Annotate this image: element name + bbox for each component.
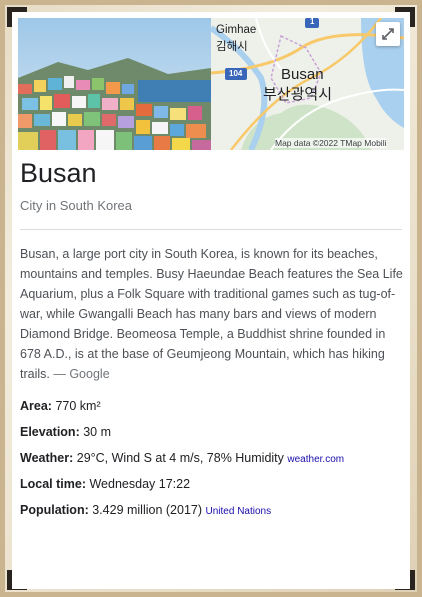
fact-value: Wednesday 17:22 bbox=[89, 477, 191, 491]
map-label-busan-korean: 부산광역시 bbox=[263, 86, 333, 103]
fact-population: Population: 3.429 million (2017) United … bbox=[20, 497, 404, 523]
fact-value: 3.429 million (2017) bbox=[92, 503, 203, 517]
fact-label[interactable]: Area: bbox=[20, 399, 52, 413]
knowledge-panel: Gimhae 김해시 104 1 Busan 부산광역시 Map data ©2… bbox=[12, 12, 410, 589]
description-source[interactable]: — Google bbox=[53, 367, 109, 381]
fact-value: 770 km² bbox=[55, 399, 101, 413]
map-label-gimhae-korean: 김해시 bbox=[216, 41, 248, 53]
map-attribution: Map data ©2022 TMap Mobili bbox=[275, 138, 387, 148]
divider bbox=[20, 229, 402, 230]
fact-local-time: Local time: Wednesday 17:22 bbox=[20, 471, 404, 497]
fact-source-link[interactable]: weather.com bbox=[287, 454, 344, 465]
fact-weather: Weather: 29°C, Wind S at 4 m/s, 78% Humi… bbox=[20, 445, 404, 471]
map-label-gimhae: Gimhae bbox=[216, 24, 257, 36]
fact-source-link[interactable]: United Nations bbox=[206, 506, 272, 517]
place-description: Busan, a large port city in South Korea,… bbox=[20, 244, 404, 384]
fact-value: 29°C, Wind S at 4 m/s, 78% Humidity bbox=[76, 451, 284, 465]
description-text: Busan, a large port city in South Korea,… bbox=[20, 247, 403, 381]
place-subtitle: City in South Korea bbox=[20, 198, 133, 213]
road-badge-1: 1 bbox=[310, 18, 315, 26]
fact-label[interactable]: Local time: bbox=[20, 477, 86, 491]
fact-area: Area: 770 km² bbox=[20, 393, 404, 419]
fact-label[interactable]: Elevation: bbox=[20, 425, 80, 439]
place-title: Busan bbox=[20, 158, 97, 188]
city-photo[interactable] bbox=[18, 18, 211, 150]
media-header: Gimhae 김해시 104 1 Busan 부산광역시 Map data ©2… bbox=[18, 18, 404, 150]
map-thumbnail[interactable]: Gimhae 김해시 104 1 Busan 부산광역시 Map data ©2… bbox=[211, 18, 404, 150]
fact-label[interactable]: Population: bbox=[20, 503, 89, 517]
road-badge-104: 104 bbox=[229, 69, 243, 78]
fact-value: 30 m bbox=[83, 425, 112, 439]
facts-list: Area: 770 km² Elevation: 30 m Weather: 2… bbox=[20, 393, 404, 523]
fact-elevation: Elevation: 30 m bbox=[20, 419, 404, 445]
fact-label[interactable]: Weather: bbox=[20, 451, 73, 465]
map-label-busan: Busan bbox=[281, 66, 324, 83]
expand-icon[interactable] bbox=[376, 22, 400, 46]
